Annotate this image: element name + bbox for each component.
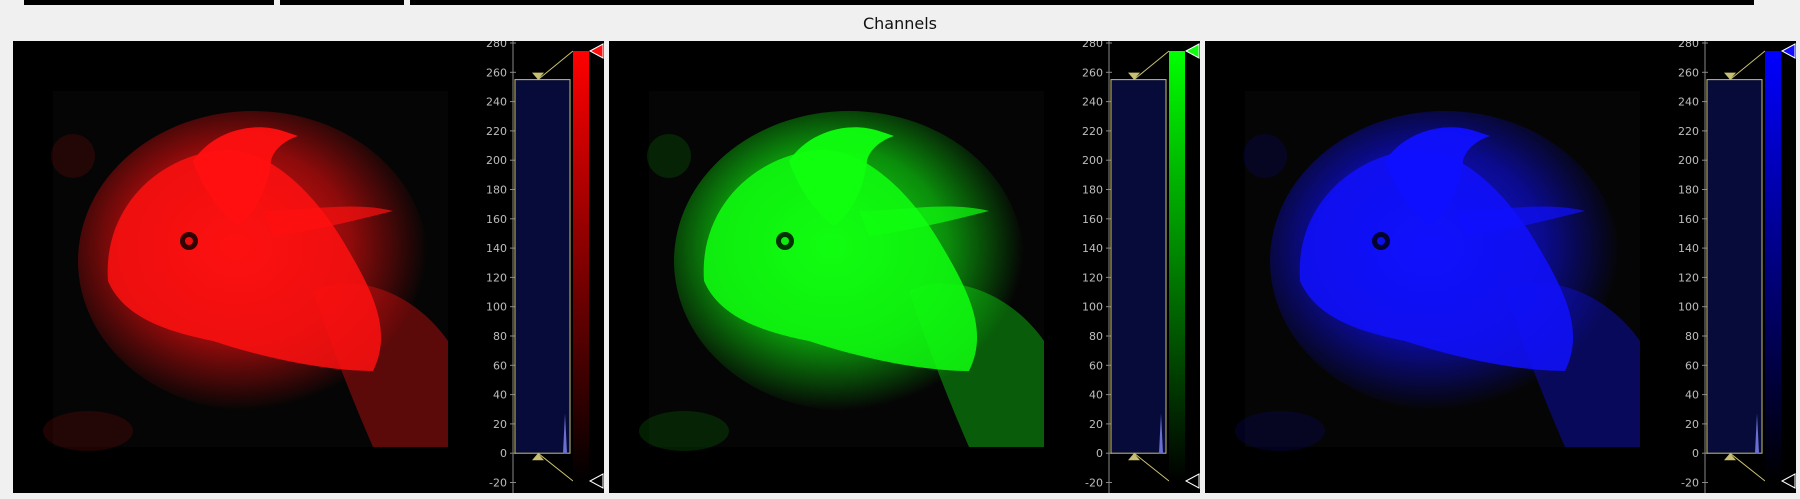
level-tick-label: 60 — [1089, 359, 1103, 372]
channel-svg-red: 280260240220200180160140120100806040200-… — [43, 41, 604, 493]
level-tick-label: 200 — [1678, 154, 1699, 167]
histogram-blue — [1706, 79, 1763, 454]
level-scale-green: 280260240220200180160140120100806040200-… — [1082, 41, 1112, 493]
level-tick-label: 200 — [1082, 154, 1103, 167]
output-max-handle[interactable] — [1780, 43, 1796, 59]
level-tick-label: 180 — [1082, 184, 1103, 197]
level-tick-label: -20 — [489, 477, 507, 490]
level-tick-label: 100 — [486, 301, 507, 314]
level-tick-label: 280 — [1082, 41, 1103, 50]
level-tick-label: 180 — [486, 184, 507, 197]
level-tick-label: 160 — [1082, 213, 1103, 226]
level-tick-label: 80 — [1089, 330, 1103, 343]
output-bar-red — [573, 51, 589, 481]
level-tick-label: 240 — [1082, 96, 1103, 109]
level-scale-red: 280260240220200180160140120100806040200-… — [486, 41, 516, 493]
top-thumb-3[interactable] — [410, 0, 1754, 5]
output-min-handle[interactable] — [1184, 473, 1200, 489]
level-tick-label: 140 — [486, 242, 507, 255]
top-thumb-2[interactable] — [280, 0, 404, 5]
level-tick-label: 240 — [1678, 96, 1699, 109]
level-tick-label: 120 — [1678, 271, 1699, 284]
level-tick-label: 280 — [1678, 41, 1699, 50]
output-min-handle[interactable] — [1780, 473, 1796, 489]
level-tick-label: -20 — [1681, 477, 1699, 490]
level-tick-label: 20 — [493, 418, 507, 431]
level-tick-label: 100 — [1082, 301, 1103, 314]
level-tick-label: 180 — [1678, 184, 1699, 197]
channel-panel-blue: 280 260 240 220 200 180 160 140 120 100 80 60 40 20 0-… — [1205, 41, 1796, 493]
level-tick-label: 280 — [486, 41, 507, 50]
level-tick-label: 60 — [493, 359, 507, 372]
output-max-handle[interactable] — [588, 43, 604, 59]
level-tick-label: 40 — [1089, 389, 1103, 402]
eagle-red-image — [43, 91, 448, 451]
level-tick-label: 20 — [1089, 418, 1103, 431]
channel-panel-green: 280 260 240 220 200 180 160 140 120 100 80 60 40 20 0-… — [609, 41, 1200, 493]
level-tick-label: 200 — [486, 154, 507, 167]
level-tick-label: 160 — [1678, 213, 1699, 226]
level-tick-label: 220 — [1678, 125, 1699, 138]
histogram-red — [514, 79, 571, 454]
level-tick-label: 20 — [1685, 418, 1699, 431]
level-tick-label: 60 — [1685, 359, 1699, 372]
level-tick-label: 260 — [1678, 66, 1699, 79]
top-strip — [0, 0, 1800, 8]
level-tick-label: 220 — [1082, 125, 1103, 138]
level-tick-label: 160 — [486, 213, 507, 226]
level-tick-label: 240 — [486, 96, 507, 109]
eagle-green-image — [639, 91, 1044, 451]
level-tick-label: 0 — [1692, 447, 1699, 460]
level-tick-label: 0 — [500, 447, 507, 460]
level-tick-label: 120 — [1082, 271, 1103, 284]
top-thumb-1[interactable] — [24, 0, 274, 5]
output-max-handle[interactable] — [1184, 43, 1200, 59]
level-scale-blue: 280260240220200180160140120100806040200-… — [1678, 41, 1708, 493]
output-bar-blue — [1765, 51, 1781, 481]
channel-svg-green: 280260240220200180160140120100806040200-… — [639, 41, 1200, 493]
channel-panel-red: 280 260 240 220 200 180 160 140 120 100 80 60 40 20 0-… — [13, 41, 604, 493]
level-tick-label: 140 — [1082, 242, 1103, 255]
channels-title: Channels — [862, 14, 938, 33]
level-tick-label: 0 — [1096, 447, 1103, 460]
level-tick-label: 100 — [1678, 301, 1699, 314]
level-tick-label: 40 — [493, 389, 507, 402]
level-tick-label: 220 — [486, 125, 507, 138]
channel-svg-blue: 280260240220200180160140120100806040200-… — [1235, 41, 1796, 493]
level-tick-label: -20 — [1085, 477, 1103, 490]
level-tick-label: 260 — [1082, 66, 1103, 79]
eagle-blue-image — [1235, 91, 1640, 451]
level-tick-label: 120 — [486, 271, 507, 284]
level-tick-label: 80 — [1685, 330, 1699, 343]
output-bar-green — [1169, 51, 1185, 481]
level-tick-label: 140 — [1678, 242, 1699, 255]
output-min-handle[interactable] — [588, 473, 604, 489]
level-tick-label: 40 — [1685, 389, 1699, 402]
level-tick-label: 80 — [493, 330, 507, 343]
level-tick-label: 260 — [486, 66, 507, 79]
histogram-green — [1110, 79, 1167, 454]
